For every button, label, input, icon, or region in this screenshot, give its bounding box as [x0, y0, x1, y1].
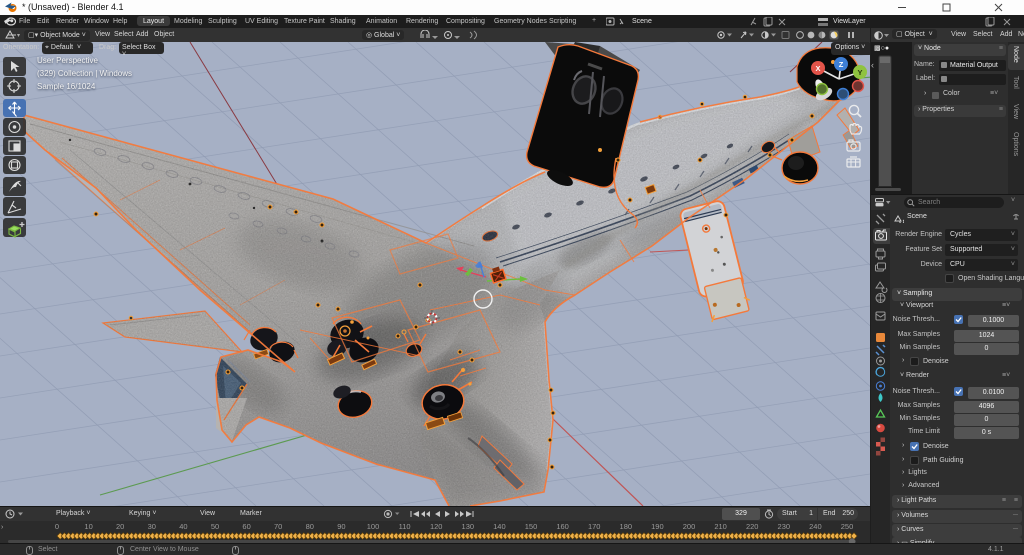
svg-text:150: 150	[525, 522, 538, 531]
svg-text:20: 20	[116, 522, 124, 531]
svg-text:30: 30	[148, 522, 156, 531]
svg-text:60: 60	[242, 522, 250, 531]
svg-text:40: 40	[179, 522, 187, 531]
svg-text:240: 240	[809, 522, 822, 531]
svg-text:0: 0	[55, 522, 59, 531]
svg-text:200: 200	[683, 522, 696, 531]
svg-text:130: 130	[462, 522, 475, 531]
svg-text:90: 90	[337, 522, 345, 531]
svg-text:50: 50	[211, 522, 219, 531]
svg-text:100: 100	[367, 522, 380, 531]
svg-text:80: 80	[306, 522, 314, 531]
svg-text:140: 140	[493, 522, 506, 531]
svg-text:230: 230	[778, 522, 791, 531]
svg-text:110: 110	[399, 522, 411, 531]
svg-text:190: 190	[651, 522, 664, 531]
svg-text:Y: Y	[857, 68, 862, 77]
svg-text:180: 180	[620, 522, 633, 531]
svg-text:250: 250	[841, 522, 854, 531]
svg-text:160: 160	[556, 522, 569, 531]
svg-text:170: 170	[588, 522, 601, 531]
svg-text:120: 120	[430, 522, 443, 531]
svg-text:Z: Z	[839, 60, 844, 69]
svg-text:70: 70	[274, 522, 282, 531]
svg-text:220: 220	[746, 522, 759, 531]
svg-text:210: 210	[714, 522, 727, 531]
svg-text:10: 10	[84, 522, 92, 531]
svg-text:X: X	[815, 64, 820, 73]
